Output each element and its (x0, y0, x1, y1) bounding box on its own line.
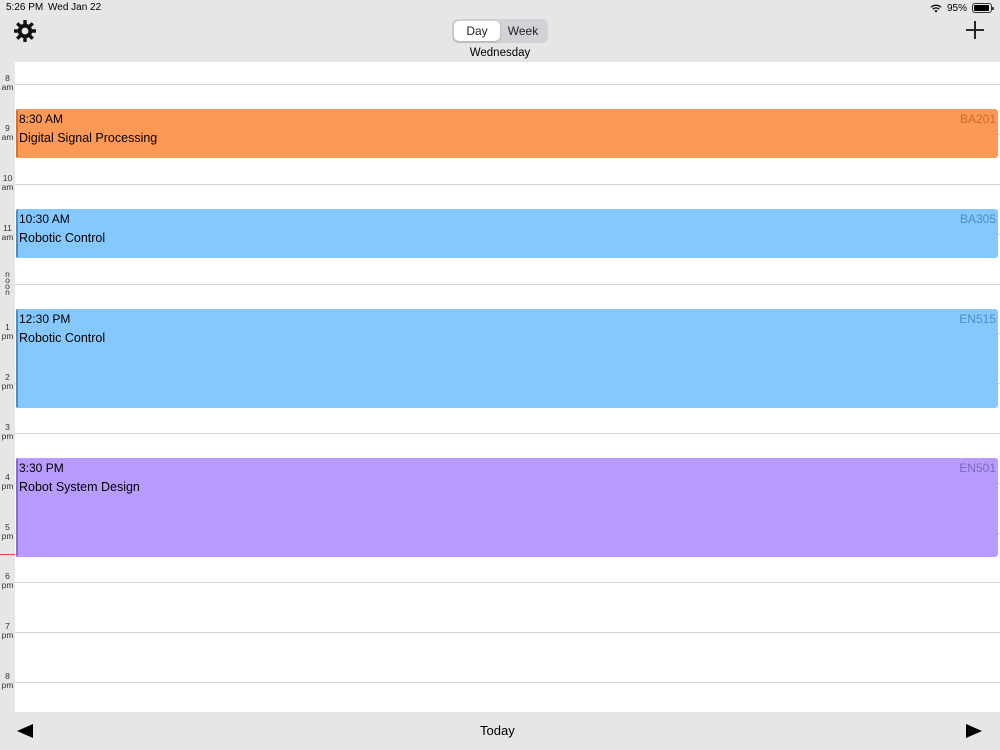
tab-day[interactable]: Day (454, 21, 500, 41)
event-block[interactable]: 12:30 PM Robotic Control EN515 (16, 309, 998, 408)
event-time: 12:30 PM (19, 312, 71, 326)
tab-week[interactable]: Week (500, 21, 546, 41)
hour-label-period: am (1, 132, 14, 142)
event-room: EN501 (959, 461, 996, 475)
event-room: BA201 (959, 112, 996, 126)
today-button[interactable]: Today (480, 723, 515, 738)
hour-label-period: pm (1, 381, 14, 391)
hour-label-period: pm (1, 580, 14, 590)
hour-label-period: am (1, 182, 14, 192)
battery-fill (974, 5, 990, 11)
previous-day-arrow-icon[interactable] (17, 724, 33, 738)
event-title: Robotic Control (19, 331, 106, 345)
battery-percent: 95% (946, 2, 967, 14)
battery-cap (992, 7, 994, 10)
event-color-bar (16, 458, 18, 557)
event-color-bar (16, 109, 18, 158)
hour-label-period: pm (1, 680, 14, 690)
event-room: BA305 (959, 212, 996, 226)
hour-label: 5 pm (0, 523, 15, 541)
hour-label: 1 pm (0, 323, 15, 341)
hour-label-period: pm (1, 331, 14, 341)
hour-line (15, 682, 1000, 683)
hour-label: 4 pm (0, 473, 15, 491)
event-time: 10:30 AM (19, 212, 70, 226)
hour-label-value: n o o n (5, 269, 10, 297)
event-color-bar (16, 309, 18, 408)
add-event-plus-icon[interactable] (965, 20, 985, 40)
view-segmented-control: Day Week (452, 19, 548, 43)
status-date: Wed Jan 22 (48, 2, 102, 13)
hour-label: 11 am (0, 224, 15, 242)
hour-line (15, 284, 1000, 285)
hour-line (15, 582, 1000, 583)
hour-label: 8 am (0, 74, 15, 92)
hour-label: 7 pm (0, 622, 15, 640)
hour-label: 2 pm (0, 373, 15, 391)
event-time: 3:30 PM (19, 461, 64, 475)
settings-gear-icon[interactable] (13, 19, 37, 43)
event-block[interactable]: 8:30 AM Digital Signal Processing BA201 (16, 109, 998, 158)
event-title: Digital Signal Processing (19, 131, 158, 145)
event-time: 8:30 AM (19, 112, 64, 126)
hour-label-period: am (1, 232, 14, 242)
hour-line (15, 433, 1000, 434)
day-schedule-grid[interactable]: 8 am 9 am 10 am 11 am n o o n 1 pm 2 pm 3 pm 4 pm 5 pm 6 pm 7… (0, 62, 1000, 712)
status-time: 5:26 PM (6, 2, 44, 13)
event-title: Robotic Control (19, 231, 106, 245)
hour-label: 6 pm (0, 572, 15, 590)
hour-label-period: pm (1, 531, 14, 541)
hour-label: n o o n (0, 269, 15, 297)
event-room: EN515 (959, 312, 996, 326)
hour-line (15, 84, 1000, 85)
hour-line (15, 632, 1000, 633)
next-day-arrow-icon[interactable] (966, 724, 982, 738)
hour-line (15, 184, 1000, 185)
hour-label: 3 pm (0, 423, 15, 441)
event-block[interactable]: 10:30 AM Robotic Control BA305 (16, 209, 998, 258)
event-block[interactable]: 3:30 PM Robot System Design EN501 (16, 458, 998, 557)
hour-label: 8 pm (0, 672, 15, 690)
hour-label-period: pm (1, 431, 14, 441)
wifi-icon (930, 4, 942, 13)
hour-label-period: am (1, 82, 14, 92)
hour-label: 9 am (0, 124, 15, 142)
status-indicators: 95% (930, 2, 994, 14)
event-color-bar (16, 209, 18, 258)
current-time-indicator (0, 554, 15, 555)
day-title: Wednesday (469, 47, 531, 59)
event-title: Robot System Design (19, 480, 140, 494)
battery-icon (972, 3, 994, 13)
hour-label-period: pm (1, 630, 14, 640)
hour-label: 10 am (0, 174, 15, 192)
hour-label-period: pm (1, 481, 14, 491)
calendar-app: 5:26 PM Wed Jan 22 95% Day Week Wednesda… (0, 0, 1000, 750)
